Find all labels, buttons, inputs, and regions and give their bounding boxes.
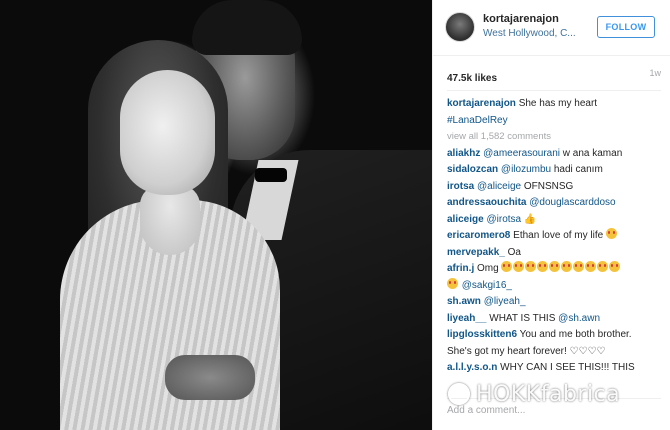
- comment-username[interactable]: andressaouchita: [447, 197, 526, 208]
- caption-hashtag-line: #LanaDelRey: [447, 113, 669, 130]
- comment-username[interactable]: ericaromero8: [447, 230, 510, 241]
- comment-text: She's got my heart forever! ♡♡♡♡: [447, 345, 606, 357]
- heart-eyes-emoji-icon: [549, 261, 561, 272]
- comment-username[interactable]: mervepakk_: [447, 247, 505, 258]
- comment: andressaouchita @douglascarddoso: [447, 195, 669, 212]
- comment-username[interactable]: sh.awn: [447, 296, 481, 307]
- heart-eyes-emoji-icon: [605, 228, 617, 239]
- header-username[interactable]: kortajarenajon: [483, 13, 559, 25]
- comments-list: kortajarenajon She has my heart #LanaDel…: [447, 96, 669, 377]
- comment-mention[interactable]: @sakgi16_: [462, 280, 512, 291]
- caption-text: She has my heart: [518, 98, 598, 109]
- comment-text: Omg: [477, 263, 499, 274]
- comment-text: WHAT IS THIS: [489, 312, 556, 324]
- comment-text: w ana kaman: [562, 147, 623, 159]
- comment-mention[interactable]: @ameerasourani: [483, 148, 560, 159]
- heart-eyes-emoji-icon: [561, 261, 573, 272]
- caption: kortajarenajon She has my heart: [447, 96, 669, 113]
- comment: sh.awn @liyeah_: [447, 294, 669, 311]
- comment-username[interactable]: irotsa: [447, 181, 474, 192]
- comment: irotsa @aliceige OFNSNSG: [447, 179, 669, 196]
- heart-eyes-emoji-icon: [525, 261, 537, 272]
- comment-text: WHY CAN I SEE THIS!!! THIS: [500, 362, 635, 373]
- post-header: kortajarenajon West Hollywood, C... FOLL…: [433, 0, 670, 56]
- heart-eyes-emoji-icon: [537, 261, 549, 272]
- comment-text: OFNSNSG: [523, 180, 574, 192]
- view-all-comments-link[interactable]: view all 1,582 comments: [447, 131, 551, 142]
- comment-mention[interactable]: @sh.awn: [558, 313, 600, 324]
- profile-avatar[interactable]: [445, 12, 475, 42]
- heart-eyes-emoji-icon: [447, 277, 458, 289]
- comment: ericaromero8 Ethan love of my life: [447, 228, 669, 245]
- comment: liyeah__ WHAT IS THIS @sh.awn: [447, 311, 669, 328]
- comment-text: Oa: [507, 246, 521, 258]
- photo-man-hair: [192, 0, 302, 55]
- view-all-comments-line: view all 1,582 comments: [447, 129, 669, 146]
- comment-username[interactable]: liyeah__: [447, 313, 486, 324]
- heart-eyes-emoji-icon: [585, 261, 597, 272]
- heart-eyes-emoji-icon: [501, 261, 513, 272]
- header-location[interactable]: West Hollywood, C...: [483, 28, 583, 39]
- follow-button[interactable]: FOLLOW: [597, 16, 655, 38]
- stats-divider: [447, 90, 661, 91]
- comment: afrin.j Omg: [447, 261, 669, 278]
- heart-eyes-emoji-icon: [573, 261, 585, 272]
- comment-mention[interactable]: @aliceige: [477, 181, 521, 192]
- comment: sidalozcan @ilozumbu hadi canım: [447, 162, 669, 179]
- photo-woman-face: [120, 70, 215, 195]
- post-side-panel: kortajarenajon West Hollywood, C... FOLL…: [432, 0, 670, 430]
- heart-eyes-emoji-icon: [609, 261, 621, 272]
- comment: aliceige @irotsa 👍: [447, 212, 669, 229]
- photo-hand: [165, 355, 255, 400]
- post-photo[interactable]: [0, 0, 432, 430]
- comment-mention[interactable]: @irotsa: [486, 214, 521, 225]
- comment-mention[interactable]: @douglascarddoso: [529, 197, 615, 208]
- comment: a.l.l.y.s.o.n WHY CAN I SEE THIS!!! THIS: [447, 360, 669, 377]
- watermark-text: HOKKfabrica: [476, 382, 621, 407]
- heart-eyes-emoji-icon: [597, 261, 609, 272]
- photo-neck: [140, 185, 200, 255]
- photo-bowtie: [255, 168, 287, 182]
- comment-username[interactable]: a.l.l.y.s.o.n: [447, 362, 497, 373]
- comment-mention[interactable]: @ilozumbu: [501, 164, 551, 175]
- caption-hashtag[interactable]: #LanaDelRey: [447, 115, 508, 126]
- heart-eyes-emoji-icon: [513, 261, 525, 272]
- comment-continuation: @sakgi16_: [447, 277, 669, 295]
- comment-username[interactable]: aliceige: [447, 214, 484, 225]
- comment: mervepakk_ Oa: [447, 245, 669, 262]
- post-stats: 47.5k likes 1w: [447, 68, 661, 84]
- comment-username[interactable]: sidalozcan: [447, 164, 498, 175]
- comment-text: You and me both brother.: [519, 329, 632, 340]
- comment: lipglosskitten6 You and me both brother.: [447, 327, 669, 344]
- comment-username[interactable]: aliakhz: [447, 148, 480, 159]
- comment-username[interactable]: lipglosskitten6: [447, 329, 517, 340]
- comment: aliakhz @ameerasourani w ana kaman: [447, 146, 669, 163]
- watermark-logo-icon: [448, 383, 470, 405]
- comment-mention[interactable]: @liyeah_: [484, 296, 526, 307]
- comment-continuation: She's got my heart forever! ♡♡♡♡: [447, 344, 669, 361]
- thumbs-up-emoji-icon: 👍: [523, 213, 537, 225]
- watermark: HOKKfabrica: [448, 382, 670, 422]
- post-time[interactable]: 1w: [649, 68, 661, 78]
- likes-count[interactable]: 47.5k likes: [447, 73, 497, 84]
- caption-username[interactable]: kortajarenajon: [447, 98, 516, 109]
- comment-text: hadi canım: [553, 164, 603, 175]
- comment-username[interactable]: afrin.j: [447, 263, 474, 274]
- comment-text: Ethan love of my life: [513, 230, 604, 241]
